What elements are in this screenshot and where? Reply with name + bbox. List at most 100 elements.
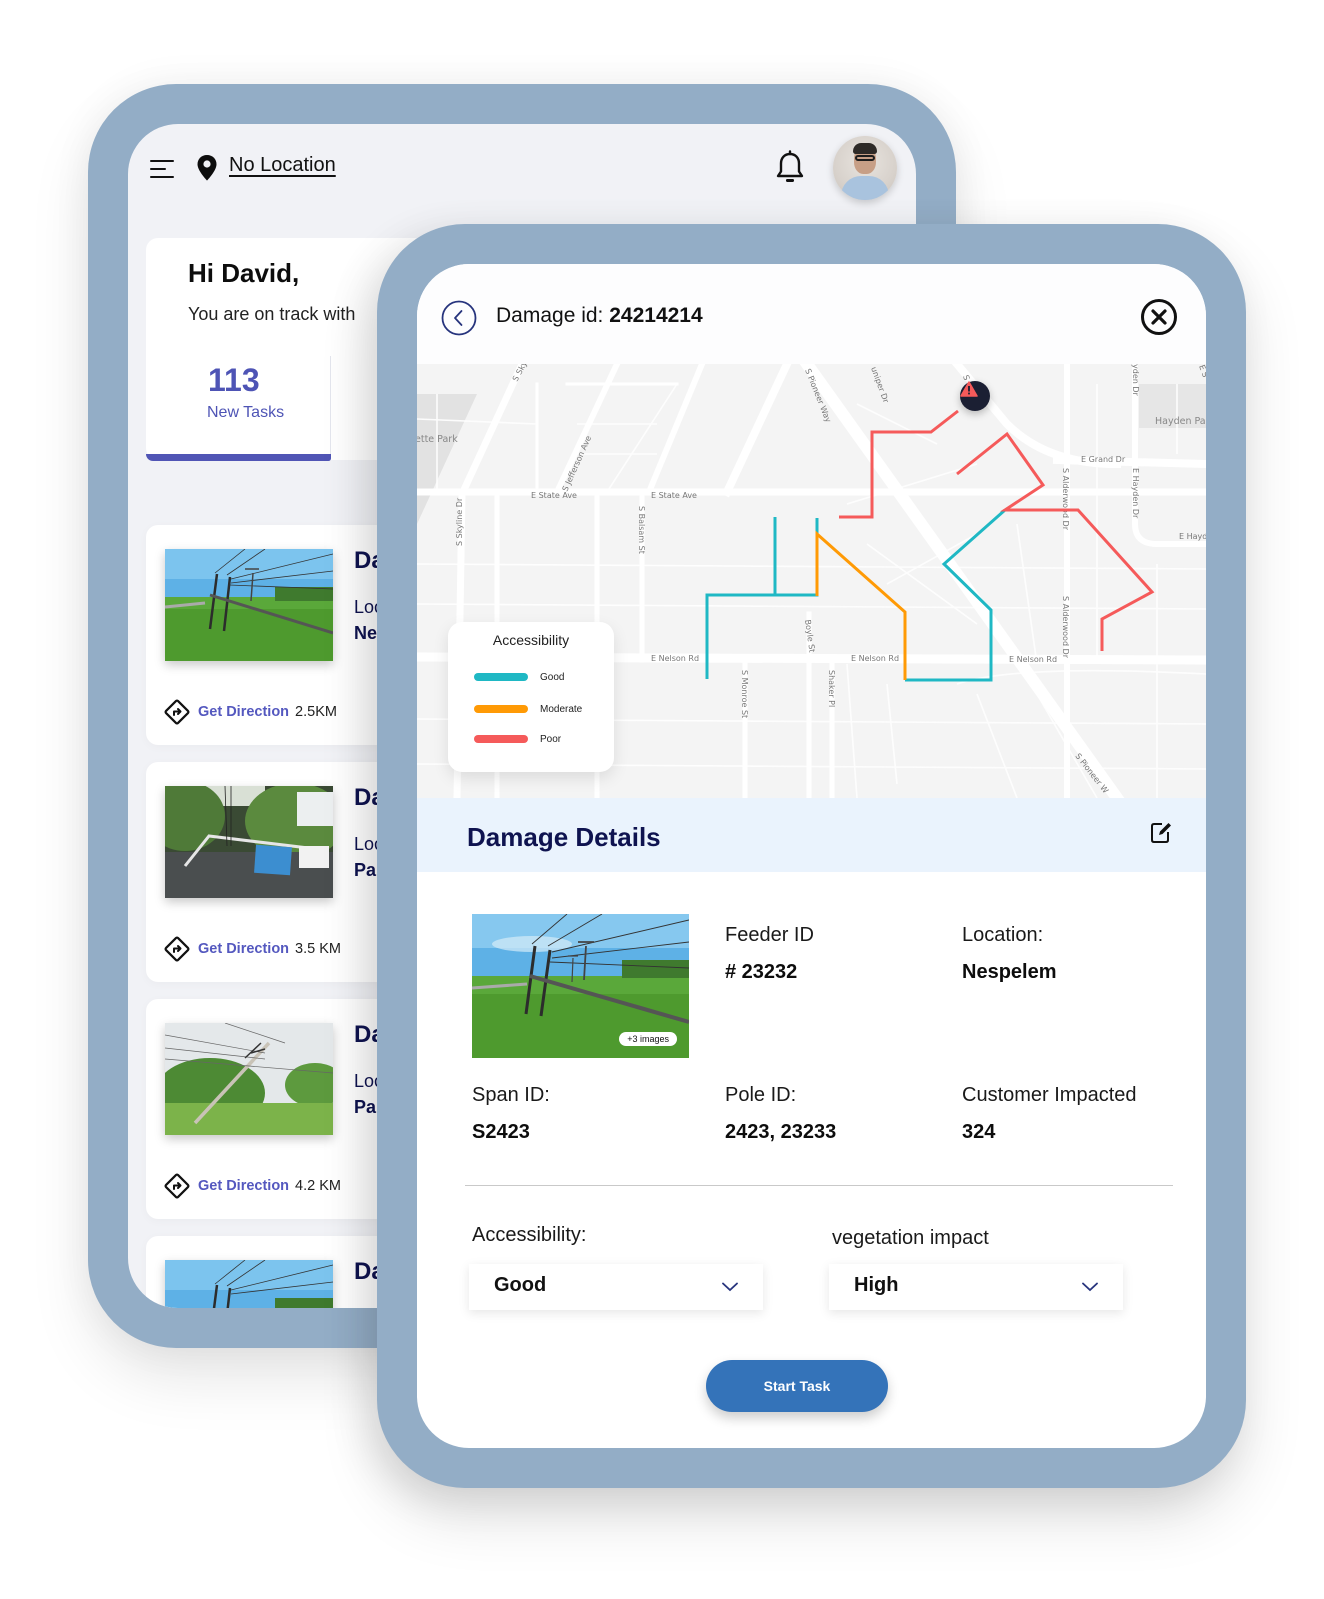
- street-label: S Balsam St: [637, 506, 646, 554]
- task-distance: 3.5 KM: [295, 941, 341, 957]
- legend-label: Poor: [540, 733, 562, 745]
- legend-label: Moderate: [540, 703, 583, 715]
- damage-id-value: 24214214: [609, 304, 703, 327]
- damage-alert-marker[interactable]: [960, 381, 990, 411]
- damage-id-title: Damage id: 24214214: [496, 304, 703, 328]
- pole-id-label: Pole ID:: [725, 1084, 797, 1106]
- feeder-id-value: # 23232: [725, 961, 798, 983]
- customer-impacted-label: Customer Impacted: [962, 1084, 1137, 1106]
- leaning-pole-photo: [165, 1023, 333, 1135]
- damage-id-label: Damage id:: [496, 304, 604, 327]
- street-label: uniper Dr: [869, 366, 891, 405]
- direction-row: Get Direction 4.2 KM: [164, 1172, 341, 1200]
- legend-item-good: Good: [474, 671, 565, 683]
- street-label: E State Ave: [651, 491, 697, 500]
- accessibility-dropdown[interactable]: Good: [469, 1264, 763, 1310]
- street-label: S Alderwood Dr: [1061, 468, 1070, 531]
- direction-row: Get Direction 2.5KM: [164, 698, 337, 726]
- more-images-badge[interactable]: +3 images: [619, 1032, 677, 1046]
- section-title: Damage Details: [467, 822, 661, 852]
- start-task-button[interactable]: Start Task: [706, 1360, 888, 1412]
- location-pin-icon: [197, 155, 217, 181]
- street-label: yden Dr: [1131, 364, 1140, 397]
- greeting-title: Hi David,: [188, 258, 300, 288]
- customer-impacted-value: 324: [962, 1121, 996, 1143]
- get-direction-link[interactable]: Get Direction: [198, 941, 289, 957]
- legend-swatch-good: [474, 673, 528, 681]
- location-selector[interactable]: No Location: [229, 154, 336, 177]
- task-location-value: Pa: [354, 1097, 377, 1117]
- street-label: E State Ave: [531, 491, 577, 500]
- street-label: E Nelson Rd: [1009, 655, 1057, 664]
- street-label: S Monroe St: [740, 670, 749, 718]
- directions-sign-icon: [164, 936, 190, 962]
- detail-device-frame: Damage id: 24214214 S Sky ette Park S Je…: [377, 224, 1246, 1488]
- park-label: Hayden Par: [1155, 416, 1206, 427]
- damage-detail-screen: Damage id: 24214214 S Sky ette Park S Je…: [417, 264, 1206, 1448]
- chevron-down-icon: [722, 1282, 738, 1292]
- damage-map[interactable]: S Sky ette Park S Jefferson Ave E State …: [417, 364, 1206, 798]
- pole-id-value: 2423, 23233: [725, 1121, 837, 1143]
- damage-photo[interactable]: +3 images: [472, 914, 689, 1058]
- location-label: Location:: [962, 924, 1044, 946]
- damage-details-header: Damage Details: [417, 798, 1206, 872]
- warning-triangle-icon: [960, 381, 978, 397]
- street-label: E Nelson Rd: [651, 654, 699, 663]
- street-label: E S: [1197, 364, 1206, 379]
- map-park-area: [417, 394, 477, 524]
- stat-label: New Tasks: [207, 404, 285, 421]
- edit-icon[interactable]: [1150, 820, 1172, 844]
- section-divider: [465, 1185, 1173, 1186]
- task-photo: [165, 1260, 333, 1308]
- directions-sign-icon: [164, 1173, 190, 1199]
- directions-sign-icon: [164, 699, 190, 725]
- get-direction-link[interactable]: Get Direction: [198, 704, 289, 720]
- hamburger-menu-icon[interactable]: [150, 160, 176, 178]
- street-label: Boyle St: [803, 619, 817, 653]
- fallen-pole-photo: [165, 1260, 333, 1308]
- back-chevron-icon[interactable]: [441, 300, 477, 336]
- task-photo: [165, 1023, 333, 1135]
- street-label: Shaker Pl: [827, 670, 836, 707]
- stat-tab-new-tasks[interactable]: 113 New Tasks: [146, 356, 331, 461]
- street-label: E Nelson Rd: [851, 654, 899, 663]
- stat-value: 113: [208, 362, 260, 398]
- task-distance: 2.5KM: [295, 704, 337, 720]
- legend-title: Accessibility: [492, 632, 570, 648]
- notification-bell-icon[interactable]: [774, 150, 806, 186]
- greeting-subtitle: You are on track with: [188, 304, 356, 324]
- legend-item-moderate: Moderate: [474, 703, 583, 715]
- fallen-pole-street-photo: [165, 786, 333, 898]
- feeder-id-label: Feeder ID: [725, 924, 814, 946]
- vegetation-impact-selected: High: [854, 1274, 899, 1296]
- task-location-value: Pa: [354, 860, 377, 880]
- vegetation-impact-dropdown[interactable]: High: [829, 1264, 1123, 1310]
- street-label: E Hayden Dr: [1131, 468, 1140, 519]
- legend-label: Good: [540, 671, 565, 683]
- legend-item-poor: Poor: [474, 733, 562, 745]
- home-topbar: No Location: [128, 124, 916, 214]
- park-label: ette Park: [417, 434, 458, 445]
- task-location-value: Ne: [354, 623, 378, 643]
- detail-header: Damage id: 24214214: [417, 264, 1206, 364]
- location-value: Nespelem: [962, 961, 1057, 983]
- accessibility-legend: Accessibility Good Moderate Poor: [448, 622, 614, 772]
- get-direction-link[interactable]: Get Direction: [198, 1178, 289, 1194]
- street-label: S Skyline Dr: [455, 497, 464, 546]
- task-photo: [165, 786, 333, 898]
- span-id-value: S2423: [472, 1121, 530, 1143]
- vegetation-impact-label: vegetation impact: [832, 1227, 989, 1249]
- legend-swatch-moderate: [474, 705, 528, 713]
- street-label: S Sky: [511, 364, 529, 383]
- accessibility-selected: Good: [494, 1274, 547, 1296]
- street-label: E Grand Dr: [1081, 455, 1126, 464]
- close-circle-icon[interactable]: [1140, 298, 1178, 336]
- legend-swatch-poor: [474, 735, 528, 743]
- street-label: S Alderwood Dr: [1061, 596, 1070, 659]
- user-avatar[interactable]: [833, 136, 897, 200]
- task-photo: [165, 549, 333, 661]
- fallen-pole-photo: [165, 549, 333, 661]
- street-label: E Hayd: [1179, 532, 1206, 541]
- accessibility-label: Accessibility:: [472, 1224, 587, 1246]
- direction-row: Get Direction 3.5 KM: [164, 935, 341, 963]
